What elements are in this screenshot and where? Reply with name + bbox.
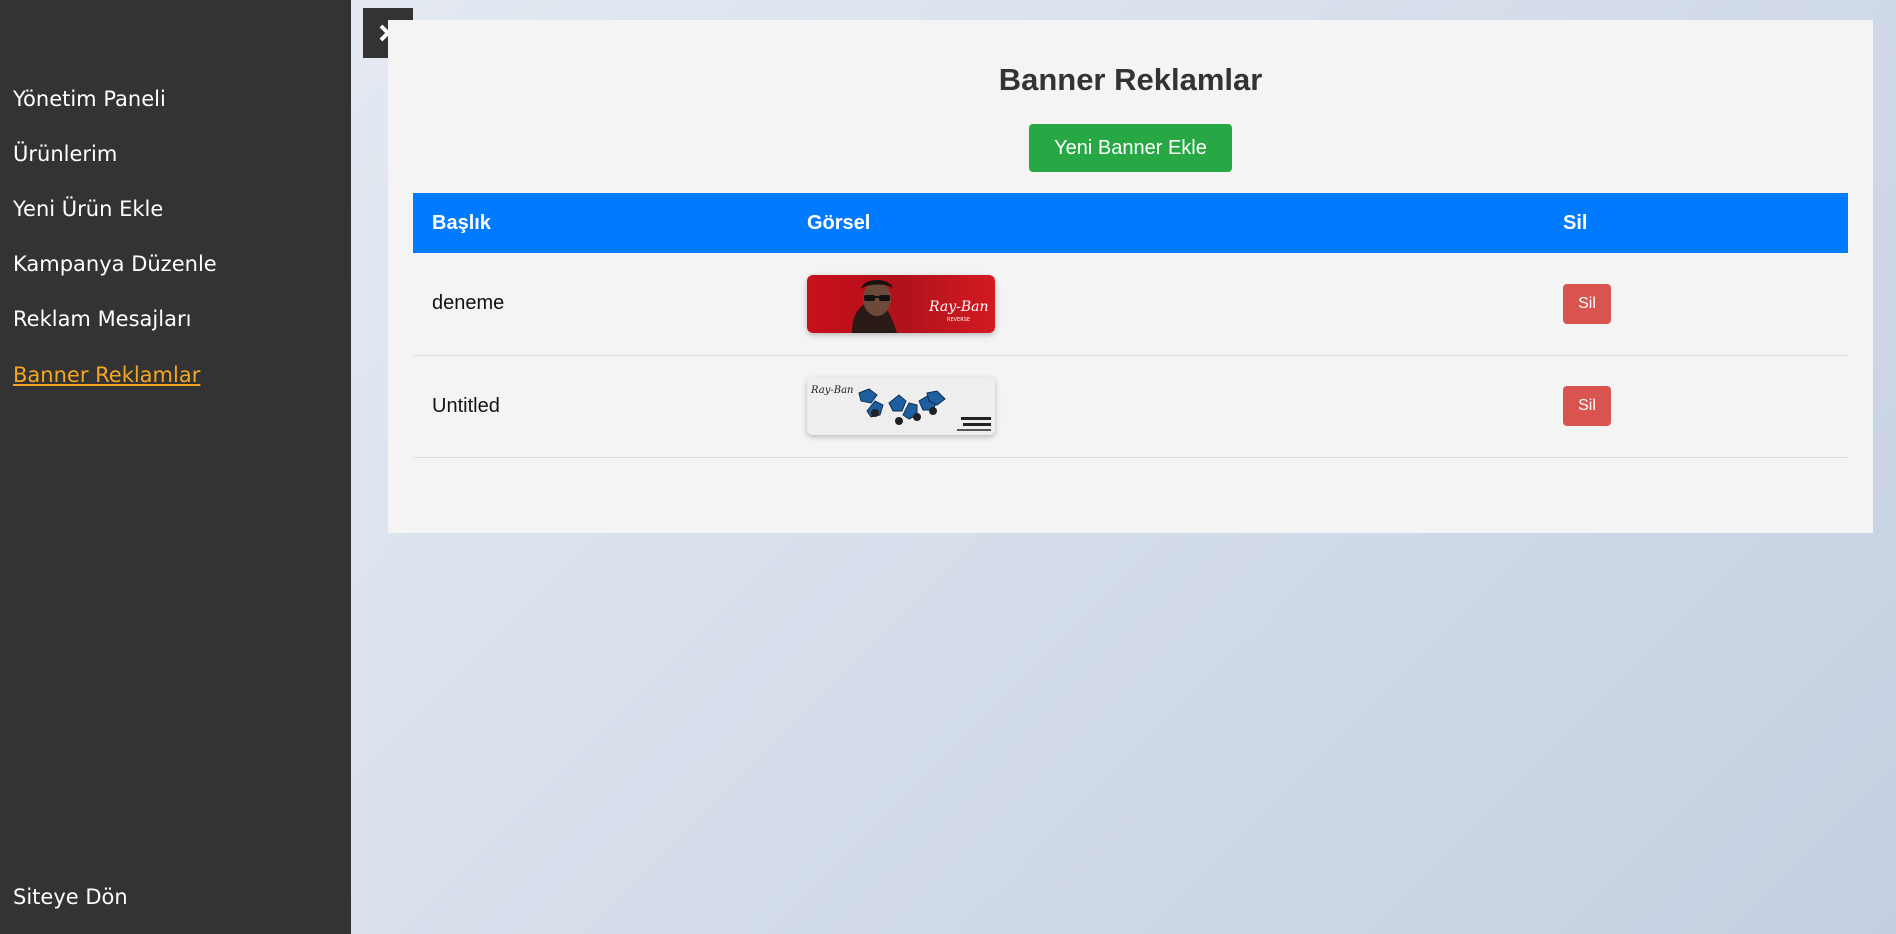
sidebar: Yönetim Paneli Ürünlerim Yeni Ürün Ekle … [0,0,351,934]
sidebar-item-yonetim-paneli[interactable]: Yönetim Paneli [13,82,217,137]
banner-title-cell: Untitled [432,394,500,417]
sidebar-item-urunlerim[interactable]: Ürünlerim [13,137,217,192]
svg-text:Ray-Ban: Ray-Ban [928,299,989,315]
delete-button[interactable]: Sil [1563,283,1611,324]
sidebar-item-reklam-mesajlari[interactable]: Reklam Mesajları [13,302,217,357]
column-header-title: Başlık [432,211,491,234]
delete-button[interactable]: Sil [1563,386,1611,426]
sidebar-nav: Yönetim Paneli Ürünlerim Yeni Ürün Ekle … [13,82,217,413]
table-row: Untitled Ray-Ban Sil [413,355,1848,457]
svg-text:Ray-Ban: Ray-Ban [810,385,854,396]
column-header-image: Görsel [807,211,871,234]
page-title: Banner Reklamlar [998,62,1263,97]
sidebar-item-kampanya-duzenle[interactable]: Kampanya Düzenle [13,247,217,302]
banner-table: Başlık Görsel Sil deneme Ray-Ban REVERSE… [413,193,1848,458]
banner-image-sunglasses-collection: Ray-Ban [807,377,995,435]
banner-panel: Banner Reklamlar Yeni Banner Ekle Başlık… [388,20,1873,533]
table-row: deneme Ray-Ban REVERSE Sil [413,253,1848,355]
banner-title-cell: deneme [432,292,505,315]
banner-image-red-sunglasses: Ray-Ban REVERSE [807,274,995,333]
table-header-row: Başlık Görsel Sil [413,193,1848,253]
sidebar-item-yeni-urun-ekle[interactable]: Yeni Ürün Ekle [13,192,217,247]
add-banner-button[interactable]: Yeni Banner Ekle [1029,124,1232,172]
sidebar-item-banner-reklamlar[interactable]: Banner Reklamlar [13,358,217,413]
sidebar-item-siteye-don[interactable]: Siteye Dön [13,880,128,914]
svg-text:REVERSE: REVERSE [947,317,970,323]
column-header-delete: Sil [1563,211,1588,234]
